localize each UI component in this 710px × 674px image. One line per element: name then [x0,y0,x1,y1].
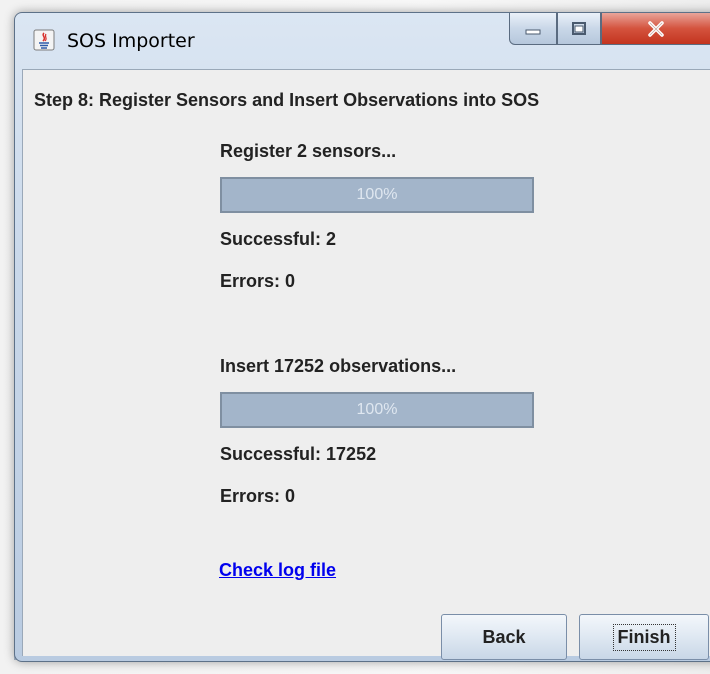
close-icon [648,20,664,37]
sos-importer-window: SOS Importer Step 8: Register Sensors an… [14,12,710,662]
observations-successful-label: Successful: 17252 [220,444,377,464]
register-sensors-label: Register 2 sensors... [220,141,397,161]
maximize-icon [572,21,586,35]
minimize-button[interactable] [509,13,557,45]
maximize-button[interactable] [557,13,601,45]
java-app-icon [33,29,55,51]
sensors-progress-text: 100% [356,186,398,203]
step-title: Step 8: Register Sensors and Insert Obse… [34,90,540,110]
check-log-file-link[interactable]: Check log file [219,560,336,581]
back-button[interactable]: Back [441,614,567,660]
minimize-icon [525,29,541,34]
sensors-successful-label: Successful: 2 [220,229,337,249]
finish-button[interactable]: Finish [579,614,709,660]
observations-errors-label: Errors: 0 [220,486,296,506]
close-button[interactable] [601,13,710,45]
sensors-errors-label: Errors: 0 [220,271,296,291]
insert-observations-label: Insert 17252 observations... [220,356,457,376]
observations-progress-text: 100% [356,401,398,418]
title-bar[interactable]: SOS Importer [15,13,710,69]
sensors-progress-bar: 100% [220,177,534,213]
window-title: SOS Importer [67,30,195,52]
wizard-content: Step 8: Register Sensors and Insert Obse… [22,69,710,660]
finish-button-label: Finish [612,623,676,651]
observations-progress-bar: 100% [220,392,534,428]
